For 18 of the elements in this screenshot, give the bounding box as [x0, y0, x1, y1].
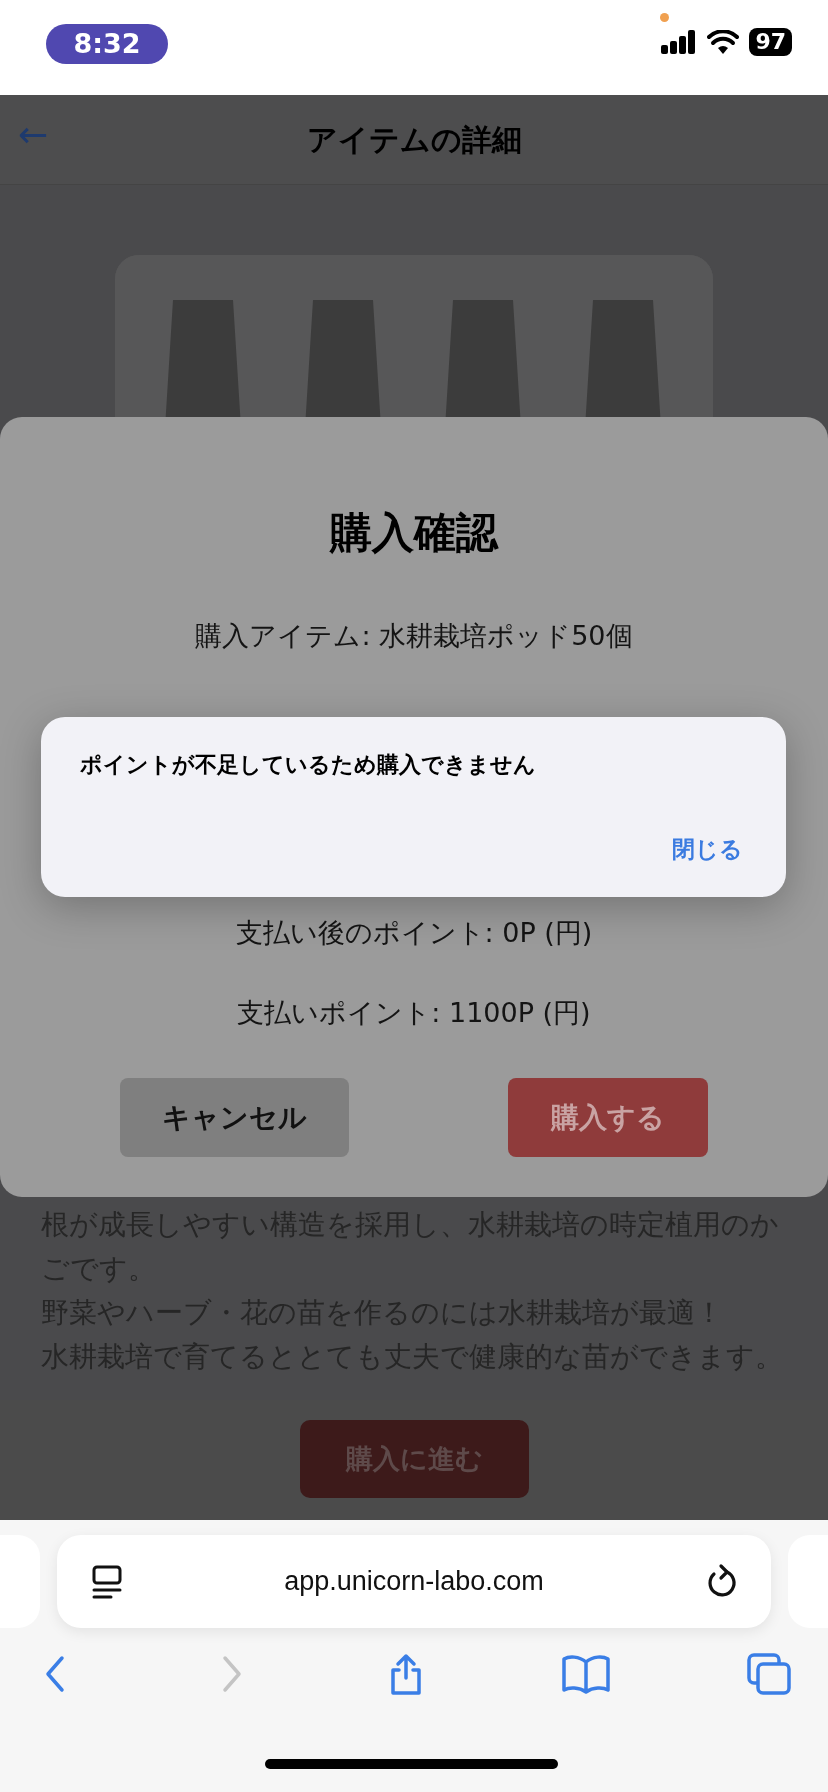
sheet-line: 購入アイテム: 水耕栽培ポッド50個 [195, 619, 633, 653]
reader-icon[interactable] [91, 1563, 123, 1600]
tabs-icon[interactable] [746, 1652, 792, 1696]
wifi-icon [707, 30, 740, 54]
sheet-title: 購入確認 [330, 508, 498, 558]
alert-message: ポイントが不足しているため購入できません [80, 751, 537, 779]
status-time: 8:32 [46, 24, 168, 64]
address-bar[interactable]: app.unicorn-labo.com [57, 1535, 771, 1628]
close-button[interactable]: 閉じる [672, 833, 743, 865]
battery-level: 97 [749, 28, 792, 56]
sheet-line: 支払い後のポイント: 0P (円) [235, 916, 593, 950]
purchase-button[interactable]: 購入する [508, 1078, 708, 1157]
cancel-button[interactable]: キャンセル [120, 1078, 349, 1157]
signal-icon [661, 30, 698, 54]
url-text: app.unicorn-labo.com [284, 1565, 544, 1599]
book-icon[interactable] [561, 1652, 611, 1696]
page-title: アイテムの詳細 [306, 121, 522, 159]
sheet-line: 支払いポイント: 1100P (円) [237, 996, 591, 1030]
